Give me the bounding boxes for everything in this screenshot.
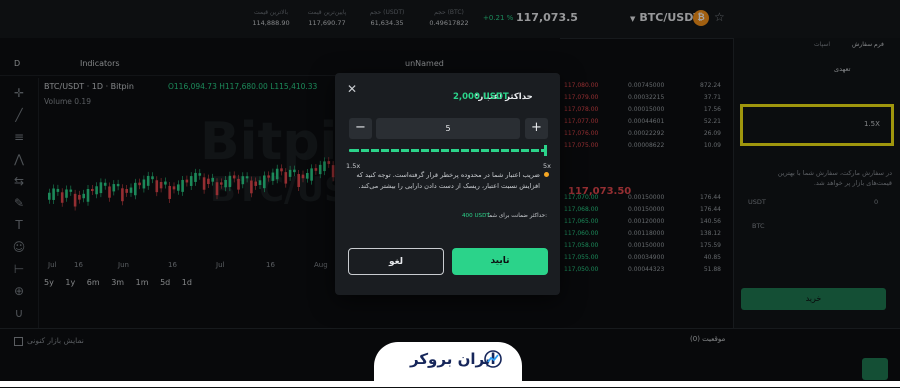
slider-tick — [449, 147, 451, 154]
slider-tick — [379, 147, 381, 154]
brand-logo-text: ایران بروکر — [410, 350, 496, 368]
leverage-slider-handle[interactable] — [544, 145, 547, 156]
increase-leverage-button[interactable]: + — [525, 118, 548, 139]
slider-tick — [369, 147, 371, 154]
risk-warning-text: ضریب اعتبار شما در محدوده پرخطر قرار گرف… — [356, 171, 540, 190]
slider-min-label: 1.5x — [346, 162, 361, 170]
slider-tick — [529, 147, 531, 154]
close-icon[interactable]: ✕ — [346, 83, 358, 95]
slider-tick — [469, 147, 471, 154]
slider-tick — [429, 147, 431, 154]
slider-tick — [509, 147, 511, 154]
decrease-leverage-button[interactable]: − — [349, 118, 372, 139]
leverage-input[interactable]: 5 — [376, 118, 520, 139]
max-margin-value: 400 USDT — [462, 213, 490, 219]
slider-tick — [359, 147, 361, 154]
cancel-button[interactable]: لغو — [348, 248, 444, 275]
slider-tick — [459, 147, 461, 154]
slider-tick — [409, 147, 411, 154]
modal-max-credit: 2,000 USDT — [453, 92, 509, 102]
max-margin-label: حداکثر ضمانت برای شما: — [487, 213, 547, 219]
slider-tick — [439, 147, 441, 154]
slider-tick — [489, 147, 491, 154]
slider-max-label: 5x — [543, 162, 551, 170]
slider-tick — [519, 147, 521, 154]
warning-icon — [544, 172, 549, 177]
brand-chart-icon — [484, 350, 502, 368]
confirm-button[interactable]: تایید — [452, 248, 548, 275]
slider-tick — [479, 147, 481, 154]
slider-tick — [389, 147, 391, 154]
slider-tick — [399, 147, 401, 154]
slider-tick — [499, 147, 501, 154]
slider-tick — [539, 147, 541, 154]
slider-tick — [419, 147, 421, 154]
